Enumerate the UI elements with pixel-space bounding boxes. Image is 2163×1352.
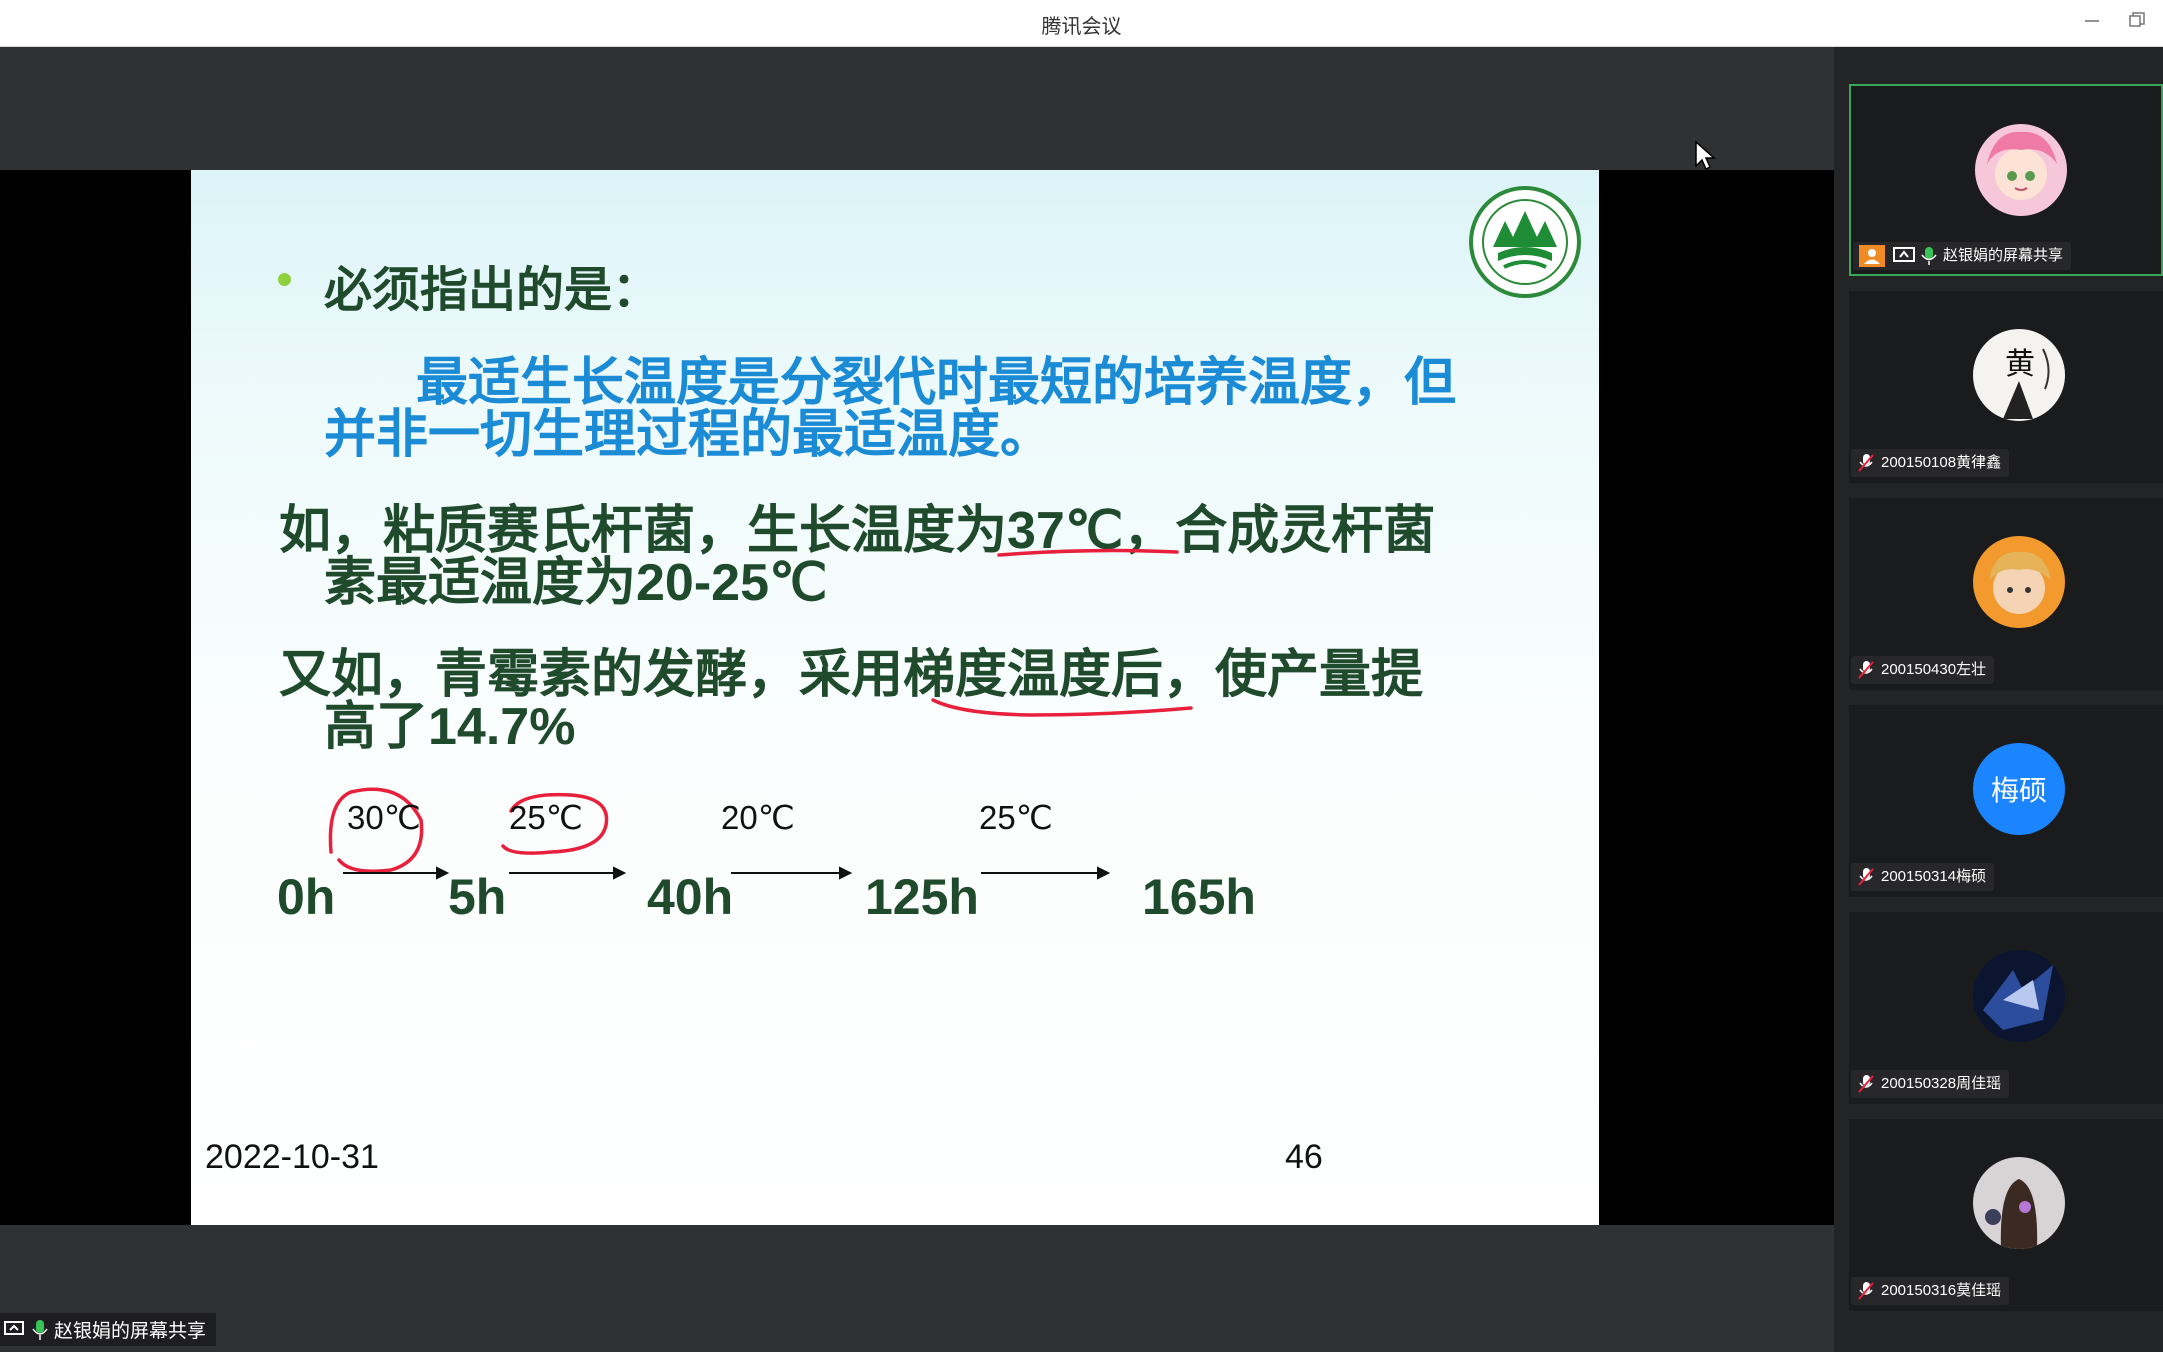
- mic-muted-icon: [1858, 868, 1874, 886]
- avatar-initials: 梅硕: [1990, 774, 2047, 807]
- timeline-hour-5: 165h: [1142, 869, 1256, 925]
- timeline-temp-4: 25℃: [979, 799, 1053, 836]
- timeline-hour-3: 40h: [647, 869, 734, 925]
- participant-tile-5[interactable]: 200150328周佳瑶: [1849, 912, 2163, 1104]
- girl-back-flowers-avatar: [1973, 1157, 2065, 1249]
- participant-name-tag: 200150314梅硕: [1851, 863, 1995, 891]
- screen-share-icon: [1893, 247, 1915, 262]
- dark-blue-abstract-avatar: [1973, 950, 2065, 1042]
- minimize-icon[interactable]: [2078, 9, 2106, 37]
- mouse-cursor-icon: [1695, 140, 1716, 171]
- share-label-text: 赵银娟的屏幕共享: [54, 1321, 207, 1342]
- timeline-hour-1: 0h: [277, 869, 336, 925]
- cartoon-boy-avatar: [1973, 536, 2065, 628]
- participant-name: 200150316莫佳瑶: [1881, 1282, 2002, 1299]
- slide-page-number: 46: [1285, 1138, 1323, 1176]
- mic-muted-icon: [1858, 454, 1874, 472]
- restore-icon[interactable]: [2123, 9, 2151, 37]
- participant-tile-3[interactable]: 200150430左壮: [1849, 498, 2163, 690]
- participant-name: 200150430左壮: [1881, 661, 1987, 678]
- participant-tile-2[interactable]: 黄 200150108黄律鑫: [1849, 291, 2163, 483]
- ink-character-avatar: 黄: [1973, 329, 2065, 421]
- participant-name-tag: 200150108黄律鑫: [1851, 449, 2010, 477]
- participant-name-tag: 200150316莫佳瑶: [1851, 1277, 2010, 1305]
- anime-pink-hair-avatar: [1975, 124, 2067, 216]
- screen-share-label: 赵银娟的屏幕共享: [0, 1313, 217, 1346]
- timeline-temp-2: 25℃: [509, 799, 583, 836]
- timeline-temp-3: 20℃: [721, 799, 795, 836]
- participant-tile-1[interactable]: 赵银娟的屏幕共享: [1849, 84, 2163, 276]
- text-avatar: 梅硕: [1973, 743, 2065, 835]
- annotation-underline-37: [997, 548, 1179, 557]
- annotation-underline-gradient: [931, 698, 1193, 717]
- host-icon: [1859, 245, 1885, 267]
- participant-name-tag: 赵银娟的屏幕共享: [1853, 242, 2072, 270]
- app-title: 腾讯会议: [1041, 14, 1122, 38]
- mic-on-icon: [1921, 247, 1937, 265]
- slide-date: 2022-10-31: [205, 1138, 379, 1176]
- timeline-temp-1: 30℃: [347, 799, 421, 836]
- participant-name: 200150328周佳瑶: [1881, 1075, 2002, 1092]
- svg-text:黄: 黄: [2005, 347, 2035, 382]
- mic-muted-icon: [1858, 1075, 1874, 1093]
- timeline-hour-2: 5h: [448, 869, 507, 925]
- participant-name-tag: 200150430左壮: [1851, 656, 1995, 684]
- screen-share-icon: [4, 1320, 24, 1335]
- mic-muted-icon: [1858, 1282, 1874, 1300]
- participant-name-tag: 200150328周佳瑶: [1851, 1070, 2010, 1098]
- participant-tile-6[interactable]: 200150316莫佳瑶: [1849, 1119, 2163, 1311]
- participant-name: 200150314梅硕: [1881, 868, 1987, 885]
- presentation-slide: 必须指出的是： 最适生长温度是分裂代时最短的培养温度，但 并非一切生理过程的最适…: [191, 170, 1599, 1225]
- mic-on-icon: [32, 1319, 48, 1340]
- title-bar: 腾讯会议: [0, 0, 2163, 47]
- annotation-layer: [328, 548, 1193, 880]
- participant-tile-4[interactable]: 梅硕 200150314梅硕: [1849, 705, 2163, 897]
- participant-name: 赵银娟的屏幕共享: [1943, 247, 2064, 264]
- participant-name: 200150108黄律鑫: [1881, 454, 2002, 471]
- timeline-hour-4: 125h: [865, 869, 979, 925]
- mic-muted-icon: [1858, 661, 1874, 679]
